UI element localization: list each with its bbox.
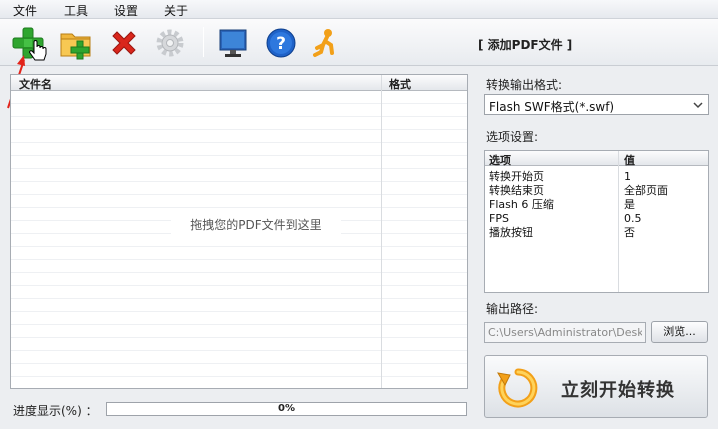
- browse-button[interactable]: 浏览...: [651, 321, 708, 343]
- option-value: 是: [624, 198, 635, 211]
- run-icon: [313, 29, 334, 57]
- menu-file[interactable]: 文件: [13, 2, 37, 19]
- delete-icon: [112, 31, 136, 55]
- col-filename[interactable]: 文件名: [19, 76, 52, 92]
- drop-hint: 拖拽您的PDF文件到这里: [171, 214, 341, 236]
- run-button[interactable]: [309, 25, 345, 61]
- option-key: 转换开始页: [489, 170, 544, 183]
- output-format-select[interactable]: Flash SWF格式(*.swf): [484, 94, 709, 115]
- column-divider: [381, 75, 382, 388]
- monitor-button[interactable]: [215, 25, 251, 61]
- help-icon: ?: [266, 28, 296, 58]
- menu-settings[interactable]: 设置: [114, 2, 138, 19]
- output-path-input[interactable]: [484, 322, 646, 343]
- file-list[interactable]: 文件名 格式 拖拽您的PDF文件到这里: [10, 74, 468, 389]
- option-row[interactable]: 转换开始页 1: [485, 170, 708, 183]
- hand-cursor-icon: [29, 40, 47, 61]
- add-folder-icon: [60, 33, 91, 60]
- settings-icon: [156, 29, 184, 57]
- start-convert-label: 立刻开始转换: [561, 380, 675, 401]
- toolbar-title: [ 添加PDF文件 ]: [478, 38, 573, 52]
- svg-text:?: ?: [276, 34, 286, 54]
- option-row[interactable]: FPS 0.5: [485, 212, 708, 225]
- option-row[interactable]: Flash 6 压缩 是: [485, 198, 708, 211]
- add-folder-button[interactable]: [58, 25, 94, 61]
- col-value[interactable]: 值: [624, 152, 635, 168]
- option-value: 0.5: [624, 212, 642, 225]
- option-key: Flash 6 压缩: [489, 198, 554, 211]
- progress-label: 进度显示(%) ：: [13, 404, 98, 418]
- start-convert-button[interactable]: 立刻开始转换: [484, 355, 708, 418]
- options-label: 选项设置:: [486, 130, 539, 144]
- col-format[interactable]: 格式: [389, 76, 411, 92]
- option-key: 播放按钮: [489, 226, 533, 239]
- progress-bar: 0%: [106, 402, 467, 416]
- output-path-label: 输出路径:: [486, 302, 539, 316]
- toolbar: ? [ 添加PDF文件 ]: [0, 19, 718, 66]
- progress-text: 0%: [278, 403, 295, 414]
- option-key: 转换结束页: [489, 184, 544, 197]
- col-option[interactable]: 选项: [489, 152, 511, 168]
- menu-about[interactable]: 关于: [164, 2, 188, 19]
- chevron-down-icon: [693, 102, 703, 109]
- refresh-icon: [497, 368, 538, 408]
- option-value: 全部页面: [624, 184, 668, 197]
- menu-bar: 文件 工具 设置 关于: [0, 0, 718, 19]
- file-list-header: 文件名 格式: [11, 75, 467, 91]
- help-button[interactable]: ?: [263, 25, 299, 61]
- option-row[interactable]: 播放按钮 否: [485, 226, 708, 239]
- option-key: FPS: [489, 212, 509, 225]
- output-format-label: 转换输出格式:: [486, 78, 563, 92]
- options-header: 选项 值: [485, 151, 708, 168]
- option-value: 否: [624, 226, 635, 239]
- options-table[interactable]: 选项 值 转换开始页 1 转换结束页 全部页面 Flash 6 压缩 是 FPS…: [484, 150, 709, 293]
- option-value: 1: [624, 170, 631, 183]
- monitor-icon: [219, 29, 247, 57]
- menu-tools[interactable]: 工具: [64, 2, 88, 19]
- toolbar-separator: [203, 27, 204, 57]
- output-format-value: Flash SWF格式(*.swf): [489, 100, 615, 114]
- option-row[interactable]: 转换结束页 全部页面: [485, 184, 708, 197]
- settings-button[interactable]: [152, 25, 188, 61]
- delete-button[interactable]: [106, 25, 142, 61]
